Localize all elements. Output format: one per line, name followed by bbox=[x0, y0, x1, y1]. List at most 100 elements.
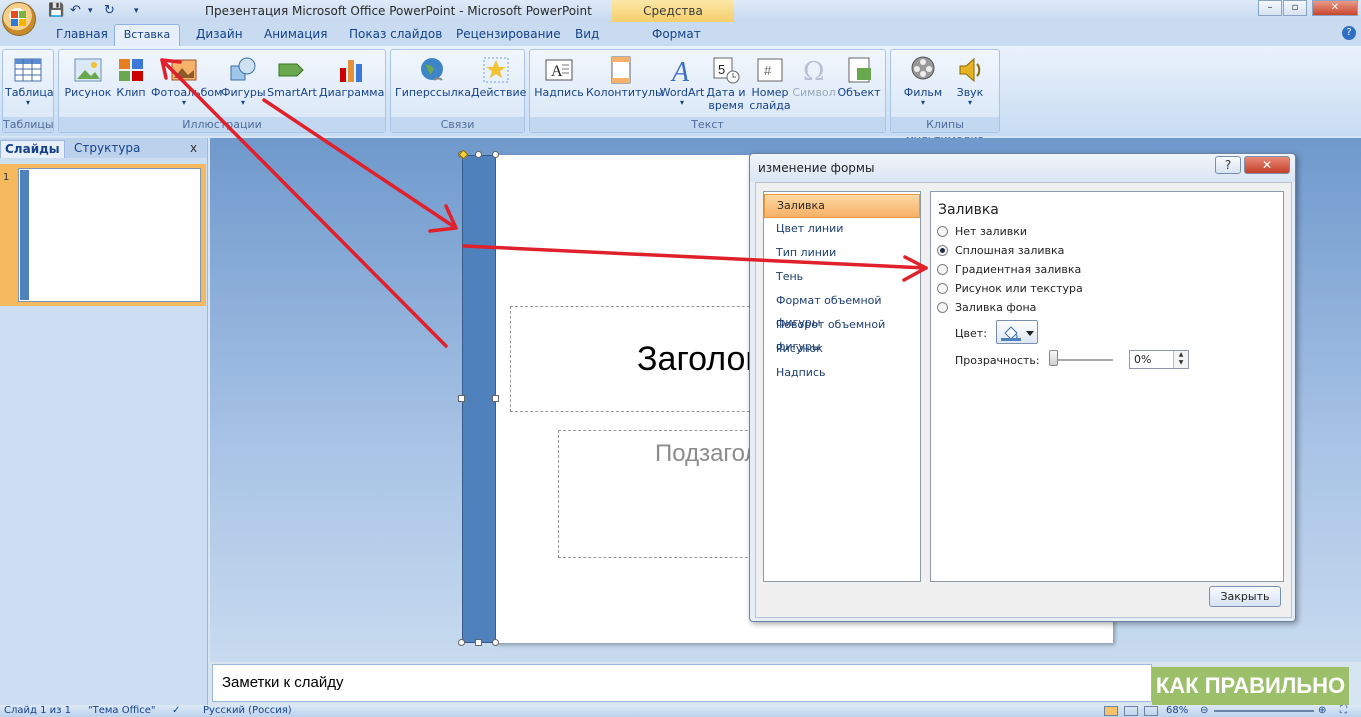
tab-home[interactable]: Главная bbox=[56, 27, 108, 41]
picture-button[interactable]: Рисунок bbox=[63, 54, 113, 116]
category-3d-rotation[interactable]: Поворот объемной фигуры bbox=[764, 314, 920, 353]
category-picture[interactable]: Рисунок bbox=[764, 338, 920, 362]
wordart-button[interactable]: A WordArt ▾ bbox=[658, 54, 706, 116]
dialog-close-icon[interactable]: ✕ bbox=[1244, 156, 1290, 174]
transparency-slider-track[interactable] bbox=[1049, 359, 1113, 361]
category-line-style[interactable]: Тип линии bbox=[764, 242, 920, 266]
slide-sorter-icon[interactable] bbox=[1124, 706, 1138, 716]
symbol-label: Символ bbox=[792, 86, 836, 99]
transparency-slider-thumb[interactable] bbox=[1049, 350, 1058, 366]
radio-icon[interactable] bbox=[937, 282, 948, 294]
status-theme: "Тема Office" bbox=[88, 705, 156, 716]
status-language[interactable]: Русский (Россия) bbox=[203, 705, 292, 717]
movie-button[interactable]: Фильм ▾ bbox=[901, 54, 945, 116]
radio-icon[interactable] bbox=[937, 225, 948, 237]
resize-handle[interactable] bbox=[475, 639, 482, 646]
tab-slideshow[interactable]: Показ слайдов bbox=[349, 27, 442, 41]
resize-handle[interactable] bbox=[492, 395, 499, 402]
notes-pane[interactable] bbox=[212, 664, 1152, 702]
option-background-fill[interactable]: Заливка фона bbox=[937, 300, 1036, 316]
smartart-label: SmartArt bbox=[267, 86, 317, 99]
radio-icon[interactable] bbox=[937, 263, 948, 275]
close-button[interactable]: Закрыть bbox=[1209, 586, 1281, 607]
section-heading: Заливка bbox=[938, 202, 999, 218]
tab-slides[interactable]: Слайды bbox=[0, 140, 65, 158]
tab-review[interactable]: Рецензирование bbox=[456, 27, 561, 41]
resize-handle[interactable] bbox=[492, 639, 499, 646]
tab-format[interactable]: Формат bbox=[652, 27, 701, 41]
help-icon[interactable]: ? bbox=[1342, 26, 1356, 40]
slideshow-view-icon[interactable] bbox=[1144, 706, 1158, 716]
category-text-box[interactable]: Надпись bbox=[764, 362, 920, 386]
save-icon[interactable]: 💾 bbox=[48, 3, 64, 18]
resize-handle[interactable] bbox=[458, 395, 465, 402]
slide-number-button[interactable]: # Номер слайда bbox=[748, 54, 792, 116]
close-icon[interactable]: x bbox=[186, 140, 201, 158]
category-fill[interactable]: Заливка bbox=[764, 194, 920, 218]
object-button[interactable]: Объект bbox=[836, 54, 882, 116]
option-no-fill[interactable]: Нет заливки bbox=[937, 224, 1027, 240]
header-footer-label: Колонтитулы bbox=[586, 86, 664, 99]
option-picture-fill[interactable]: Рисунок или текстура bbox=[937, 281, 1083, 297]
tab-view[interactable]: Вид bbox=[575, 27, 599, 41]
normal-view-icon[interactable] bbox=[1104, 706, 1118, 716]
tab-insert[interactable]: Вставка bbox=[114, 24, 180, 47]
speaker-icon bbox=[954, 54, 986, 86]
slide-thumbnail[interactable] bbox=[18, 168, 201, 302]
selected-rectangle-shape[interactable] bbox=[462, 155, 496, 643]
minimize-button[interactable]: – bbox=[1258, 0, 1282, 16]
category-3d-format[interactable]: Формат объемной фигуры bbox=[764, 290, 920, 329]
table-button[interactable]: Таблица ▾ bbox=[5, 54, 54, 116]
restore-button[interactable]: ▫ bbox=[1283, 0, 1307, 16]
fill-settings-panel: Заливка Нет заливки Сплошная заливка Гра… bbox=[930, 191, 1284, 582]
textbox-button[interactable]: A Надпись bbox=[534, 54, 584, 116]
svg-text:A: A bbox=[551, 63, 563, 80]
fit-window-icon[interactable]: ⛶ bbox=[1340, 705, 1347, 717]
chevron-down-icon: ▾ bbox=[240, 98, 245, 107]
undo-icon[interactable]: ↶ bbox=[70, 3, 81, 18]
dialog-titlebar[interactable]: изменение формы ? ✕ bbox=[750, 154, 1295, 182]
clip-button[interactable]: Клип bbox=[115, 54, 147, 116]
header-footer-button[interactable]: Колонтитулы bbox=[586, 54, 664, 116]
smartart-button[interactable]: SmartArt bbox=[267, 54, 317, 116]
resize-handle[interactable] bbox=[492, 151, 499, 158]
dialog-help-button[interactable]: ? bbox=[1215, 156, 1241, 174]
zoom-slider[interactable] bbox=[1214, 710, 1314, 712]
photo-album-button[interactable]: Фотоальбом ▾ bbox=[151, 54, 222, 116]
wordart-icon: A bbox=[666, 54, 698, 88]
redo-icon[interactable]: ↻ bbox=[104, 3, 115, 18]
chart-button[interactable]: Диаграмма bbox=[319, 54, 385, 116]
resize-handle[interactable] bbox=[475, 151, 482, 158]
chart-label: Диаграмма bbox=[319, 86, 385, 99]
category-line-color[interactable]: Цвет линии bbox=[764, 218, 920, 242]
transparency-label: Прозрачность: bbox=[955, 354, 1040, 367]
option-gradient-fill[interactable]: Градиентная заливка bbox=[937, 262, 1081, 278]
resize-handle[interactable] bbox=[458, 639, 465, 646]
shapes-button[interactable]: Фигуры ▾ bbox=[221, 54, 266, 116]
action-label: Действие bbox=[471, 86, 527, 99]
tab-animation[interactable]: Анимация bbox=[264, 27, 327, 41]
action-button[interactable]: Действие bbox=[471, 54, 527, 116]
title-bar: 💾 ↶ ▾ ↻ ▾ Презентация Microsoft Office P… bbox=[0, 0, 1361, 40]
zoom-in-icon[interactable]: ⊕ bbox=[1318, 705, 1326, 717]
category-shadow[interactable]: Тень bbox=[764, 266, 920, 290]
zoom-out-icon[interactable]: ⊖ bbox=[1200, 705, 1208, 717]
transparency-spinner[interactable]: ▲ ▼ bbox=[1173, 351, 1188, 368]
date-time-button[interactable]: 5 Дата и время bbox=[706, 54, 746, 116]
office-button[interactable] bbox=[2, 2, 36, 36]
tab-outline[interactable]: Структура bbox=[70, 140, 144, 158]
tab-design[interactable]: Дизайн bbox=[196, 27, 243, 41]
hyperlink-button[interactable]: Гиперссылка bbox=[395, 54, 471, 116]
sound-button[interactable]: Звук ▾ bbox=[947, 54, 993, 116]
office-logo-icon bbox=[11, 11, 27, 27]
close-window-button[interactable]: ✕ bbox=[1312, 0, 1358, 16]
radio-selected-icon[interactable] bbox=[937, 244, 948, 256]
symbol-button[interactable]: Ω Символ bbox=[792, 54, 836, 116]
status-zoom[interactable]: 68% bbox=[1166, 705, 1188, 717]
spellcheck-icon[interactable]: ✓ bbox=[172, 705, 180, 717]
radio-icon[interactable] bbox=[937, 301, 948, 313]
fill-color-picker[interactable] bbox=[996, 320, 1038, 344]
option-solid-fill[interactable]: Сплошная заливка bbox=[937, 243, 1064, 259]
undo-dropdown-icon[interactable]: ▾ bbox=[88, 6, 93, 16]
customize-qat-icon[interactable]: ▾ bbox=[134, 6, 139, 16]
